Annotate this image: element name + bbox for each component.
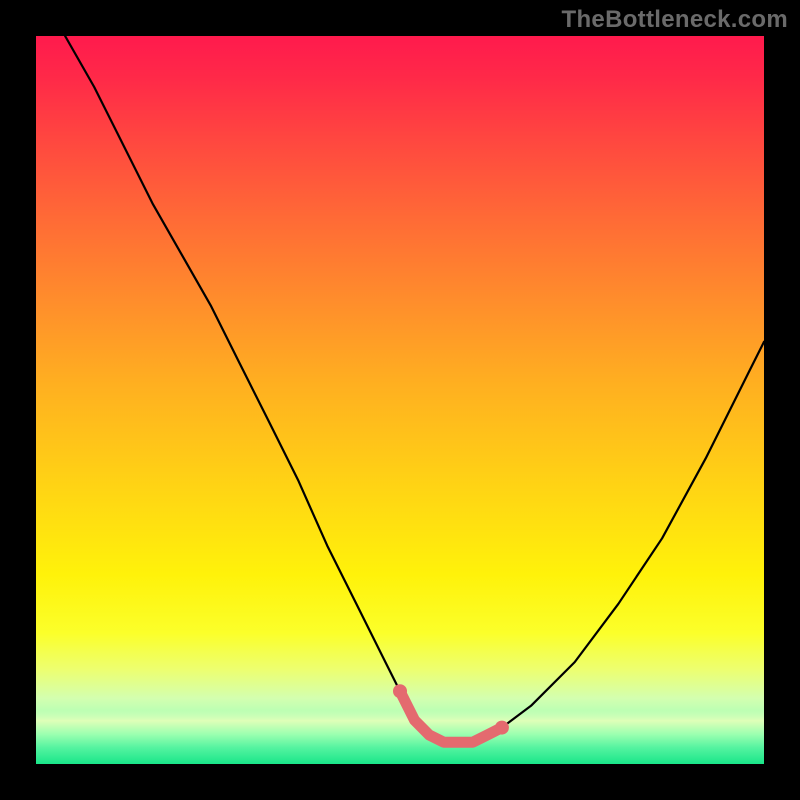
chart-frame: TheBottleneck.com [0, 0, 800, 800]
bottleneck-curve [65, 36, 764, 742]
chart-svg [36, 36, 764, 764]
optimal-range-end-dot [495, 721, 509, 735]
plot-area [36, 36, 764, 764]
optimal-range-highlight [400, 691, 502, 742]
optimal-range-start-dot [393, 684, 407, 698]
watermark-text: TheBottleneck.com [562, 6, 788, 34]
